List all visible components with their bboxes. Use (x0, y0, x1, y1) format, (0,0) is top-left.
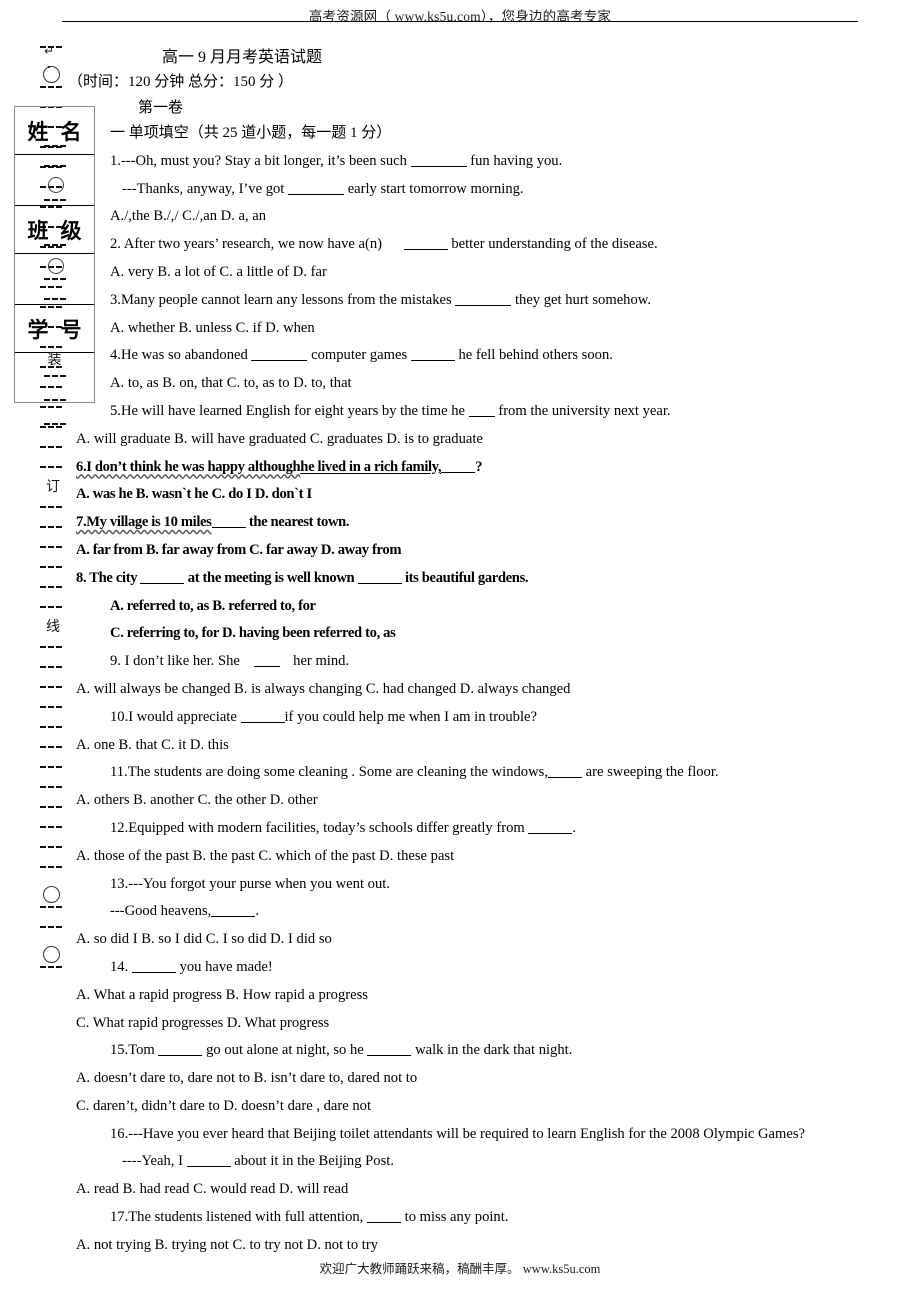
answer-blank[interactable] (468, 415, 495, 417)
answer-blank[interactable] (357, 582, 402, 584)
question-13-stem-b: ---Good heavens,. (110, 903, 259, 920)
question-3-stem: 3.Many people cannot learn any lessons f… (110, 291, 652, 308)
answer-blank[interactable] (547, 777, 582, 779)
question-16-options[interactable]: A. read B. had read C. would read D. wil… (76, 1176, 912, 1204)
answer-blank[interactable] (410, 360, 455, 362)
page-footer: 欢迎广大教师踊跃来稿，稿酬丰厚。 www.ks5u.com (319, 1262, 601, 1276)
question-12-options[interactable]: A. those of the past B. the past C. whic… (76, 843, 912, 871)
question-7-stem: 7.My village is 10 miles the nearest tow… (76, 514, 350, 531)
answer-blank[interactable] (410, 165, 467, 167)
answer-blank[interactable] (251, 360, 308, 362)
question-11-options[interactable]: A. others B. another C. the other D. oth… (76, 787, 912, 815)
question-5-stem: 5.He will have learned English for eight… (110, 402, 671, 419)
page-title: 高一 9 月月考英语试题 (162, 49, 323, 66)
answer-blank[interactable] (253, 666, 280, 668)
question-15-stem: 15.Tom go out alone at night, so he walk… (110, 1042, 573, 1059)
question-14-options-b[interactable]: C. What rapid progresses D. What progres… (76, 1010, 912, 1038)
question-15-options-a[interactable]: A. doesn’t dare to, dare not to B. isn’t… (76, 1065, 912, 1093)
question-14-stem: 14. you have made! (110, 958, 273, 975)
answer-blank[interactable] (140, 582, 185, 584)
question-9-stem: 9. I don’t like her. She her mind. (110, 653, 350, 670)
section-heading: 一 单项填空（共 25 道小题，每一题 1 分） (110, 125, 392, 141)
answer-blank[interactable] (240, 721, 285, 723)
question-11-stem: 11.The students are doing some cleaning … (110, 764, 719, 781)
question-6-options[interactable]: A. was he B. wasn`t he C. do I D. don`t … (76, 481, 912, 509)
answer-blank[interactable] (441, 471, 476, 473)
question-10-options[interactable]: A. one B. that C. it D. this (76, 732, 912, 760)
question-16-stem-b: ----Yeah, I about it in the Beijing Post… (122, 1153, 394, 1170)
question-7-options[interactable]: A. far from B. far away from C. far away… (76, 537, 912, 565)
answer-blank[interactable] (131, 971, 176, 973)
answer-blank[interactable] (366, 1222, 401, 1224)
question-8-options-a[interactable]: A. referred to, as B. referred to, for (76, 593, 912, 621)
question-17-options[interactable]: A. not trying B. trying not C. to try no… (76, 1232, 912, 1260)
answer-blank[interactable] (528, 832, 573, 834)
question-3-options[interactable]: A. whether B. unless C. if D. when (76, 315, 912, 343)
question-9-options[interactable]: A. will always be changed B. is always c… (76, 676, 912, 704)
answer-blank[interactable] (211, 527, 246, 529)
question-1-stem-b: ---Thanks, anyway, I’ve got early start … (122, 180, 524, 197)
question-1-stem: 1.---Oh, must you? Stay a bit longer, it… (110, 152, 563, 169)
question-5-options[interactable]: A. will graduate B. will have graduated … (76, 426, 912, 454)
question-8-options-b[interactable]: C. referring to, for D. having been refe… (76, 620, 912, 648)
answer-blank[interactable] (186, 1166, 231, 1168)
question-16-stem-a: 16.---Have you ever heard that Beijing t… (110, 1125, 806, 1142)
question-8-stem: 8. The city at the meeting is well known… (76, 569, 529, 586)
answer-blank[interactable] (367, 1055, 412, 1057)
question-2-options[interactable]: A. very B. a lot of C. a little of D. fa… (76, 259, 912, 287)
question-13-stem-a: 13.---You forgot your purse when you wen… (110, 875, 390, 892)
exam-time-score-line: （时间：120 分钟 总分：150 分 ） (68, 74, 294, 90)
question-14-options-a[interactable]: A. What a rapid progress B. How rapid a … (76, 982, 912, 1010)
answer-blank[interactable] (288, 193, 345, 195)
question-1-options[interactable]: A./,the B./,/ C./,an D. a, an (76, 203, 912, 231)
question-15-options-b[interactable]: C. daren’t, didn’t dare to D. doesn’t da… (76, 1093, 912, 1121)
answer-blank[interactable] (403, 249, 448, 251)
answer-blank[interactable] (455, 304, 512, 306)
question-4-stem: 4.He was so abandoned computer games he … (110, 347, 613, 364)
part-heading: 第一卷 (138, 100, 184, 116)
document-body: 高一 9 月月考英语试题 （时间：120 分钟 总分：150 分 ） 第一卷 一… (0, 0, 920, 1302)
question-13-options[interactable]: A. so did I B. so I did C. I so did D. I… (76, 926, 912, 954)
question-17-stem: 17.The students listened with full atten… (110, 1209, 509, 1226)
question-6-stem: 6.I don’t think he was happy althoughhe … (76, 458, 483, 475)
question-4-options[interactable]: A. to, as B. on, that C. to, as to D. to… (76, 370, 912, 398)
question-12-stem: 12.Equipped with modern facilities, toda… (110, 819, 577, 836)
question-list: 一 单项填空（共 25 道小题，每一题 1 分） 1.---Oh, must y… (76, 120, 912, 1260)
answer-blank[interactable] (211, 916, 256, 918)
question-2-stem: 2. After two years’ research, we now hav… (110, 236, 658, 253)
question-10-stem: 10.I would appreciate if you could help … (110, 708, 537, 725)
answer-blank[interactable] (158, 1055, 203, 1057)
